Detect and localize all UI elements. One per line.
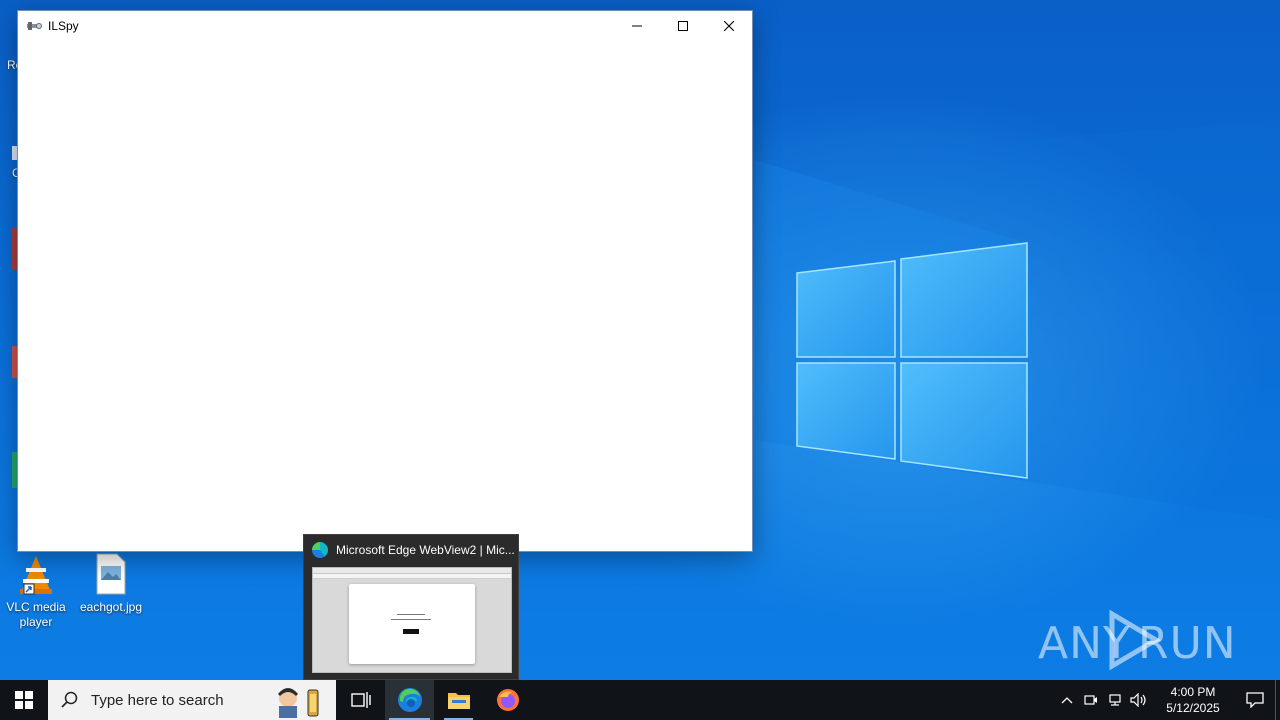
folder-icon bbox=[447, 693, 470, 709]
notification-icon bbox=[1246, 692, 1264, 708]
speaker-icon bbox=[1130, 693, 1146, 707]
taskbar-file-explorer[interactable] bbox=[434, 680, 483, 720]
search-icon bbox=[61, 691, 78, 708]
edge-icon bbox=[312, 542, 328, 558]
search-highlight-illustration bbox=[278, 688, 319, 718]
taskbar-thumbnail-edge[interactable]: Microsoft Edge WebView2 | Mic... bbox=[303, 534, 519, 680]
camera-icon bbox=[1084, 695, 1097, 705]
show-desktop-button[interactable] bbox=[1275, 680, 1280, 720]
clock-date: 5/12/2025 bbox=[1166, 701, 1220, 715]
tray-network[interactable] bbox=[1103, 680, 1127, 720]
start-button[interactable] bbox=[0, 680, 48, 720]
maximize-button[interactable] bbox=[660, 11, 706, 41]
chevron-up-icon bbox=[1061, 697, 1073, 704]
taskbar-search-box[interactable]: Type here to search bbox=[48, 680, 336, 720]
clock-time: 4:00 PM bbox=[1170, 685, 1216, 699]
anyrun-logo: ANY RUN bbox=[1038, 609, 1237, 671]
task-view-icon bbox=[350, 692, 371, 708]
minimize-button[interactable] bbox=[614, 11, 660, 41]
ilspy-window[interactable]: ILSpy bbox=[17, 10, 753, 552]
action-center-button[interactable] bbox=[1235, 680, 1275, 720]
ilspy-icon bbox=[26, 19, 42, 33]
title-bar[interactable]: ILSpy bbox=[18, 11, 752, 41]
vlc-icon bbox=[14, 552, 58, 596]
svg-text:RUN: RUN bbox=[1138, 618, 1237, 669]
close-button[interactable] bbox=[706, 11, 752, 41]
vlc-label: VLC media player bbox=[6, 600, 66, 629]
search-placeholder: Type here to search bbox=[91, 691, 224, 709]
window-content bbox=[18, 41, 752, 551]
system-tray: 4:00 PM 5/12/2025 bbox=[1055, 680, 1280, 720]
network-icon bbox=[1109, 694, 1121, 706]
windows-start-icon bbox=[15, 691, 33, 709]
preview-modal bbox=[349, 584, 475, 664]
taskbar-firefox[interactable] bbox=[483, 680, 532, 720]
firefox-icon bbox=[496, 689, 519, 711]
eachgot-label: eachgot.jpg bbox=[79, 600, 143, 614]
thumbnail-preview-image[interactable] bbox=[312, 567, 512, 673]
taskbar: Type here to search 4:00 PM 5/12/2025 bbox=[0, 680, 1280, 720]
tray-meet-now[interactable] bbox=[1079, 680, 1103, 720]
maximize-icon bbox=[678, 21, 688, 31]
tray-overflow-button[interactable] bbox=[1055, 680, 1079, 720]
minimize-icon bbox=[632, 25, 642, 27]
thumbnail-title: Microsoft Edge WebView2 | Mic... bbox=[336, 543, 515, 557]
close-icon bbox=[724, 21, 734, 31]
window-title: ILSpy bbox=[48, 19, 79, 33]
desktop-icon-vlc[interactable]: VLC media player bbox=[0, 552, 74, 630]
edge-icon bbox=[397, 688, 422, 712]
taskbar-edge[interactable] bbox=[385, 680, 434, 720]
tray-volume[interactable] bbox=[1127, 680, 1151, 720]
taskbar-task-view[interactable] bbox=[336, 680, 385, 720]
tray-clock[interactable]: 4:00 PM 5/12/2025 bbox=[1151, 684, 1235, 716]
image-file-icon bbox=[89, 552, 133, 596]
desktop-icon-eachgot[interactable]: eachgot.jpg bbox=[73, 552, 149, 615]
anyrun-watermark: ANY RUN bbox=[1038, 608, 1238, 672]
